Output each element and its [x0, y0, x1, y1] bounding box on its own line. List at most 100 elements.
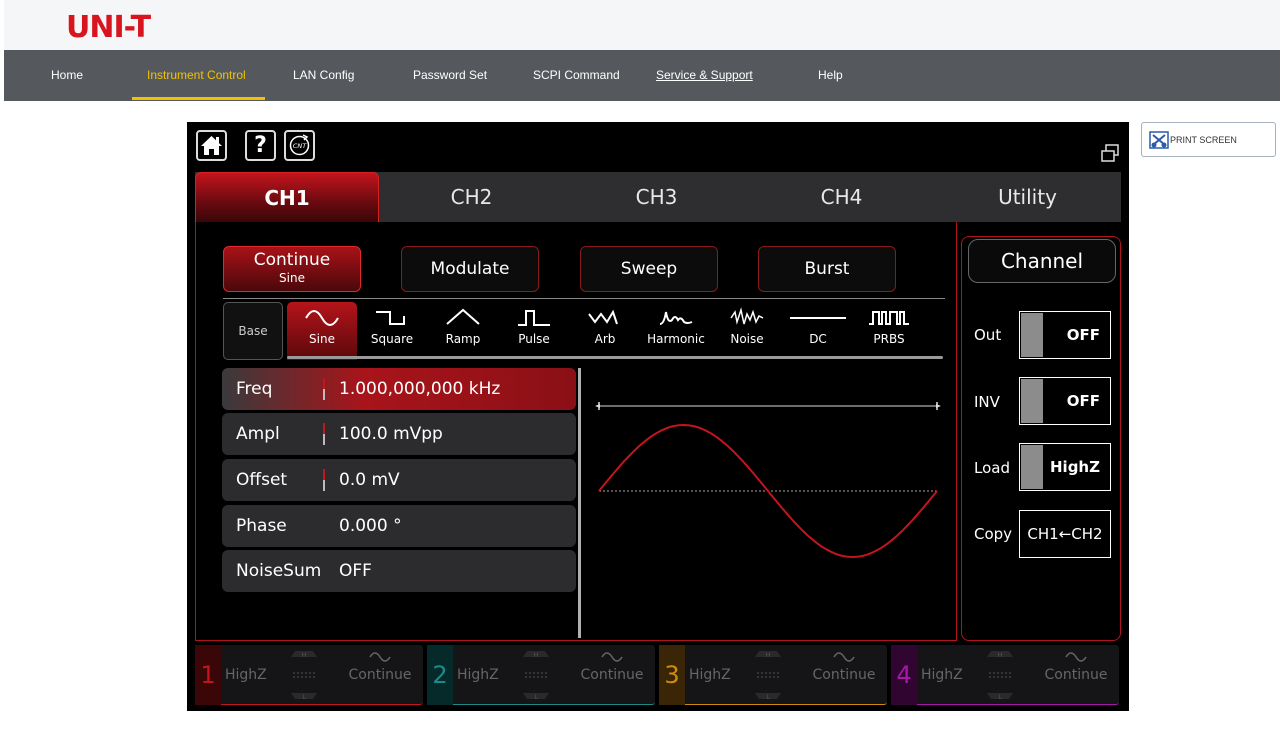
nav-home[interactable]: Home — [51, 68, 83, 82]
home-icon[interactable] — [196, 130, 227, 161]
status-ch4[interactable]: 4 HighZ H L Continue — [891, 645, 1119, 705]
nav-password-set[interactable]: Password Set — [413, 68, 487, 82]
level-high-mark: H — [534, 652, 539, 659]
load-toggle-knob — [1021, 445, 1043, 489]
mode-sweep-button[interactable]: Sweep — [580, 246, 718, 292]
load-label: Load — [974, 459, 1010, 477]
status-ch3-number: 3 — [659, 645, 685, 705]
param-freq-tick — [323, 378, 325, 400]
param-phase-label: Phase — [236, 516, 287, 536]
print-screen-button[interactable]: PRINT SCREEN — [1141, 122, 1276, 157]
level-high-mark: H — [998, 652, 1003, 659]
tab-ch3[interactable]: CH3 — [564, 172, 749, 222]
param-scrollbar[interactable] — [578, 368, 581, 638]
load-toggle[interactable]: HighZ — [1019, 443, 1111, 491]
counter-icon-label: CNT — [293, 142, 307, 150]
wave-ramp-button[interactable]: Ramp — [428, 302, 498, 360]
wave-pulse-label: Pulse — [518, 332, 550, 346]
wave-prbs-label: PRBS — [873, 332, 905, 346]
arb-wave-icon — [588, 309, 618, 325]
level-indicator-icon: H L — [523, 651, 549, 701]
sine-wave-icon — [601, 652, 623, 662]
harmonic-wave-icon — [659, 311, 693, 325]
wave-ramp-label: Ramp — [445, 332, 481, 346]
wave-harmonic-button[interactable]: Harmonic — [641, 302, 711, 360]
status-ch1[interactable]: 1 HighZ H L Continue — [195, 645, 423, 705]
help-icon[interactable]: ? — [245, 130, 276, 161]
param-offset[interactable]: Offset 0.0 mV — [222, 459, 576, 501]
noise-wave-icon — [730, 307, 764, 325]
param-offset-tick — [323, 469, 325, 491]
status-ch1-mode: Continue — [348, 667, 412, 683]
level-indicator-icon: H L — [755, 651, 781, 701]
nav-help[interactable]: Help — [818, 68, 843, 82]
instrument-screen: ? CNT CH1 CH2 CH3 CH4 Utility Continue S… — [187, 122, 1129, 711]
level-indicator-icon: H L — [291, 651, 317, 701]
level-high-mark: H — [302, 652, 307, 659]
out-toggle[interactable]: OFF — [1019, 311, 1111, 359]
out-toggle-knob — [1021, 313, 1043, 357]
param-freq-label: Freq — [236, 379, 273, 399]
nav-active-indicator — [132, 97, 265, 100]
param-ampl-value: 100.0 mVpp — [339, 424, 443, 444]
param-offset-label: Offset — [236, 470, 288, 490]
mode-continue-button[interactable]: Continue Sine — [223, 246, 361, 292]
param-ampl[interactable]: Ampl 100.0 mVpp — [222, 413, 576, 455]
status-ch2-mode: Continue — [580, 667, 644, 683]
param-freq[interactable]: Freq 1.000,000,000 kHz — [222, 368, 576, 410]
channel-panel-title: Channel — [968, 239, 1116, 283]
copy-channel-button[interactable]: CH1←CH2 — [1019, 510, 1111, 558]
wave-noise-button[interactable]: Noise — [712, 302, 782, 360]
out-label: Out — [974, 326, 1002, 344]
inv-label: INV — [974, 393, 1000, 411]
base-button[interactable]: Base — [223, 302, 283, 360]
status-ch3-load: HighZ — [689, 667, 731, 683]
channel-side-panel — [961, 236, 1121, 641]
status-ch3[interactable]: 3 HighZ H L Continue — [659, 645, 887, 705]
param-phase[interactable]: Phase 0.000 ° — [222, 505, 576, 547]
status-ch3-mode: Continue — [812, 667, 876, 683]
load-toggle-value: HighZ — [1050, 458, 1100, 476]
inv-toggle[interactable]: OFF — [1019, 377, 1111, 425]
nav-scpi-command[interactable]: SCPI Command — [533, 68, 620, 82]
nav-lan-config[interactable]: LAN Config — [293, 68, 354, 82]
nav-service-support[interactable]: Service & Support — [656, 68, 753, 82]
wave-arb-button[interactable]: Arb — [570, 302, 640, 360]
status-ch2[interactable]: 2 HighZ H L Continue — [427, 645, 655, 705]
ramp-wave-icon — [446, 308, 480, 325]
status-ch4-mode: Continue — [1044, 667, 1108, 683]
window-toggle-icon[interactable] — [1099, 142, 1121, 164]
param-noisesum[interactable]: NoiseSum OFF — [222, 550, 576, 592]
tab-ch2[interactable]: CH2 — [379, 172, 564, 222]
sine-wave-icon — [369, 652, 391, 662]
waveform-scrollbar[interactable] — [287, 356, 943, 359]
mode-modulate-button[interactable]: Modulate — [401, 246, 539, 292]
counter-icon[interactable]: CNT — [284, 130, 315, 161]
param-ampl-label: Ampl — [236, 424, 280, 444]
tab-ch4[interactable]: CH4 — [749, 172, 934, 222]
sine-trace — [598, 423, 938, 559]
wave-dc-button[interactable]: DC — [783, 302, 853, 360]
inv-toggle-knob — [1021, 379, 1043, 423]
wave-sine-label: Sine — [309, 332, 335, 346]
wave-sine-button[interactable]: Sine — [287, 302, 357, 360]
level-indicator-icon: H L — [987, 651, 1013, 701]
mode-burst-button[interactable]: Burst — [758, 246, 896, 292]
dc-wave-icon — [790, 317, 846, 319]
tab-utility[interactable]: Utility — [934, 172, 1121, 222]
tab-ch1[interactable]: CH1 — [195, 172, 379, 222]
param-ampl-tick — [323, 423, 325, 445]
wave-pulse-button[interactable]: Pulse — [499, 302, 569, 360]
wave-square-button[interactable]: Square — [357, 302, 427, 360]
header-bar: UNI-T — [4, 0, 1280, 50]
wave-square-label: Square — [370, 332, 414, 346]
status-ch4-load: HighZ — [921, 667, 963, 683]
mode-continue-label: Continue — [253, 250, 331, 270]
mode-continue-sub: Sine — [279, 271, 305, 285]
main-nav: Home Instrument Control LAN Config Passw… — [4, 50, 1280, 101]
param-noisesum-value: OFF — [339, 561, 372, 581]
wave-prbs-button[interactable]: PRBS — [854, 302, 924, 360]
sine-wave-icon — [833, 652, 855, 662]
nav-instrument-control[interactable]: Instrument Control — [147, 68, 246, 82]
sine-wave-icon — [1065, 652, 1087, 662]
